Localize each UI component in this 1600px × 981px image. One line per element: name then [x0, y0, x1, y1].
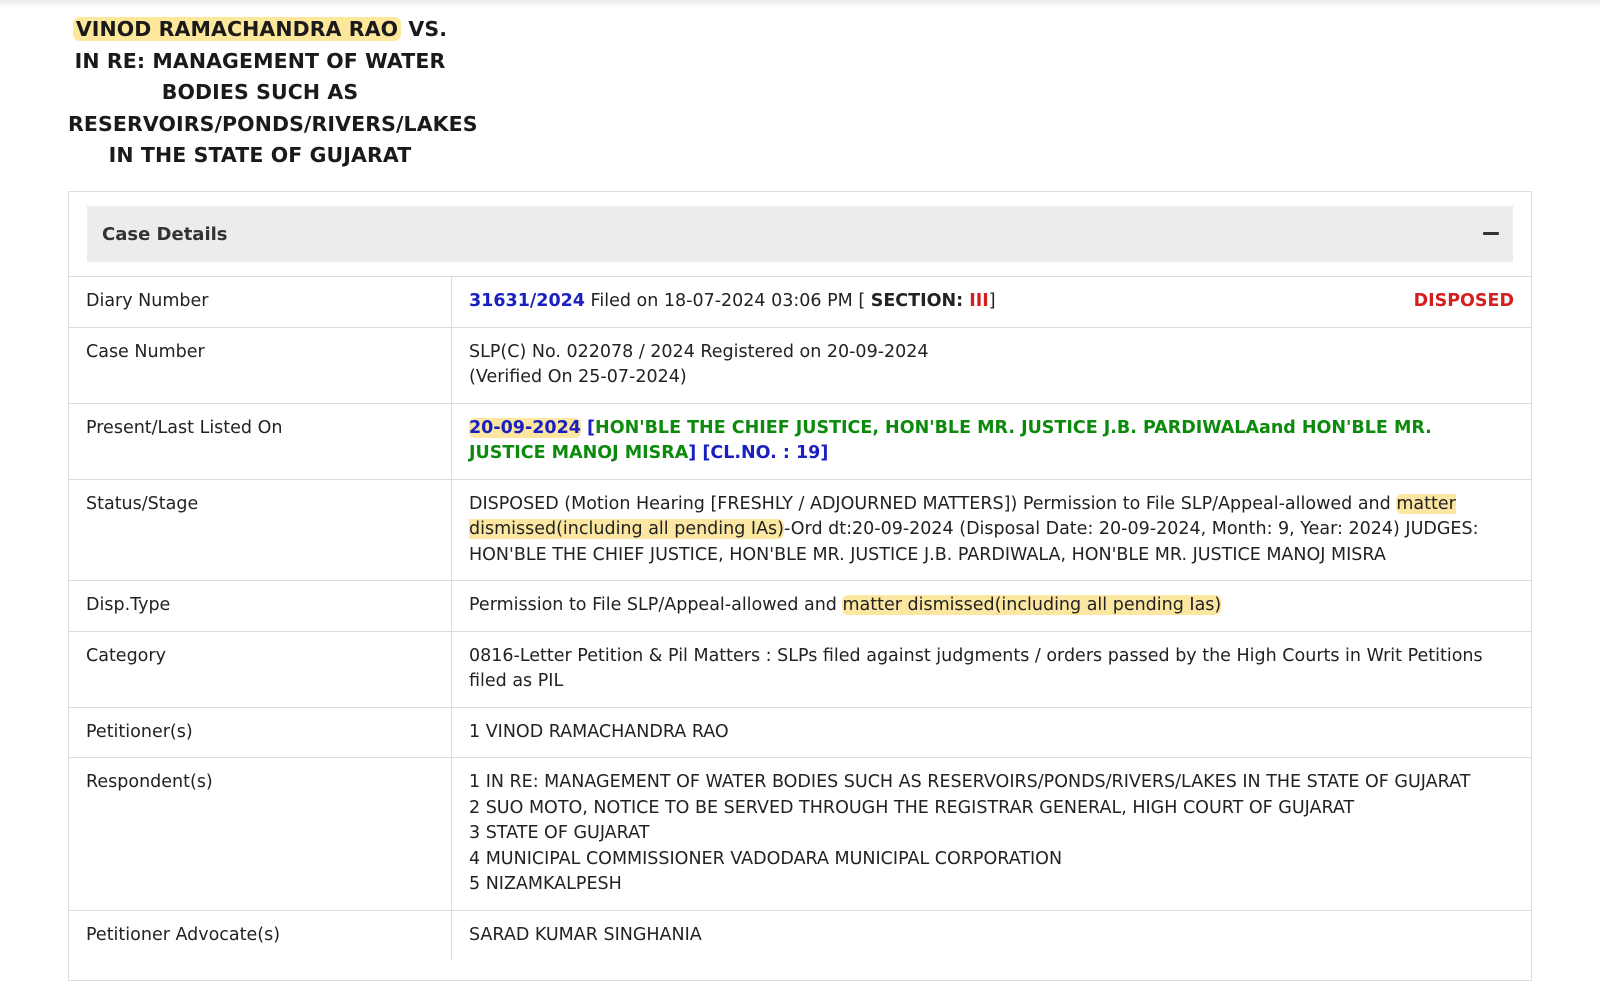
petitioner-name-highlight: VINOD RAMACHANDRA RAO: [72, 17, 402, 41]
status-stage-value: DISPOSED (Motion Hearing [FRESHLY / ADJO…: [451, 478, 1531, 581]
petitioner-advocate-label: Petitioner Advocate(s): [69, 909, 452, 960]
list-item: 3 STATE OF GUJARAT: [469, 823, 650, 843]
bench-open: [: [580, 417, 596, 438]
disp-type-highlight: matter dismissed(including all pending I…: [842, 595, 1222, 615]
petitioner-advocate-value: SARAD KUMAR SINGHANIA: [451, 909, 1531, 960]
case-title: VINOD RAMACHANDRA RAO VS. IN RE: MANAGEM…: [68, 14, 478, 172]
table-row: Petitioner(s) 1 VINOD RAMACHANDRA RAO: [69, 706, 1531, 758]
case-details-heading: Case Details: [102, 223, 228, 245]
minus-icon[interactable]: [1481, 224, 1501, 244]
petitioners-value: 1 VINOD RAMACHANDRA RAO: [451, 706, 1531, 758]
section-value: III: [969, 291, 989, 311]
filed-text: Filed on 18-07-2024 03:06 PM [: [584, 291, 871, 311]
diary-number-label: Diary Number: [69, 276, 452, 327]
table-row: Present/Last Listed On 20-09-2024 [HON'B…: [69, 402, 1531, 479]
table-row: Category 0816-Letter Petition & Pil Matt…: [69, 630, 1531, 707]
section-close: ]: [988, 291, 996, 311]
table-row: Diary Number 31631/2024 Filed on 18-07-2…: [69, 276, 1531, 327]
list-item: 5 NIZAMKALPESH: [469, 874, 622, 894]
bench-judges: HON'BLE THE CHIEF JUSTICE, HON'BLE MR. J…: [469, 417, 1432, 464]
respondents-label: Respondent(s): [69, 757, 452, 910]
petitioners-label: Petitioner(s): [69, 706, 452, 758]
status-stage-label: Status/Stage: [69, 478, 452, 581]
diary-number-value: 31631/2024 Filed on 18-07-2024 03:06 PM …: [451, 276, 1531, 327]
disposed-status-badge: DISPOSED: [1413, 291, 1514, 311]
top-shadow: [0, 0, 1600, 8]
list-item: 1 VINOD RAMACHANDRA RAO: [469, 721, 729, 742]
cause-list-number: [CL.NO. : 19]: [696, 443, 829, 463]
list-item: 2 SUO MOTO, NOTICE TO BE SERVED THROUGH …: [469, 797, 1355, 818]
category-label: Category: [69, 630, 452, 707]
section-label: SECTION:: [870, 291, 970, 311]
respondents-value: 1 IN RE: MANAGEMENT OF WATER BODIES SUCH…: [451, 757, 1531, 910]
case-details-table: Diary Number 31631/2024 Filed on 18-07-2…: [69, 276, 1531, 960]
case-number-label: Case Number: [69, 326, 452, 403]
list-item: 4 MUNICIPAL COMMISSIONER VADODARA MUNICI…: [469, 848, 1063, 869]
disp-type-label: Disp.Type: [69, 580, 452, 631]
case-details-header[interactable]: Case Details: [87, 206, 1513, 262]
table-row: Disp.Type Permission to File SLP/Appeal-…: [69, 580, 1531, 631]
list-item: 1 IN RE: MANAGEMENT OF WATER BODIES SUCH…: [469, 772, 1471, 792]
listed-date: 20-09-2024: [469, 417, 581, 438]
table-row: Respondent(s) 1 IN RE: MANAGEMENT OF WAT…: [69, 757, 1531, 910]
listed-on-label: Present/Last Listed On: [69, 402, 452, 479]
listed-on-value: 20-09-2024 [HON'BLE THE CHIEF JUSTICE, H…: [451, 402, 1531, 479]
diary-number-link[interactable]: 31631/2024: [469, 291, 585, 311]
table-row: Petitioner Advocate(s) SARAD KUMAR SINGH…: [69, 909, 1531, 960]
status-text-1: DISPOSED (Motion Hearing [FRESHLY / ADJO…: [469, 493, 1397, 514]
disp-type-value: Permission to File SLP/Appeal-allowed an…: [451, 580, 1531, 631]
case-details-card: Case Details Diary Number 31631/2024 Fil…: [68, 191, 1532, 981]
disp-type-text: Permission to File SLP/Appeal-allowed an…: [469, 595, 843, 615]
verified-line: (Verified On 25-07-2024): [469, 367, 687, 387]
case-number-value: SLP(C) No. 022078 / 2024 Registered on 2…: [451, 326, 1531, 403]
table-row: Status/Stage DISPOSED (Motion Hearing [F…: [69, 478, 1531, 581]
table-row: Case Number SLP(C) No. 022078 / 2024 Reg…: [69, 326, 1531, 403]
case-number-line: SLP(C) No. 022078 / 2024 Registered on 2…: [469, 341, 929, 362]
category-value: 0816-Letter Petition & Pil Matters : SLP…: [451, 630, 1531, 707]
